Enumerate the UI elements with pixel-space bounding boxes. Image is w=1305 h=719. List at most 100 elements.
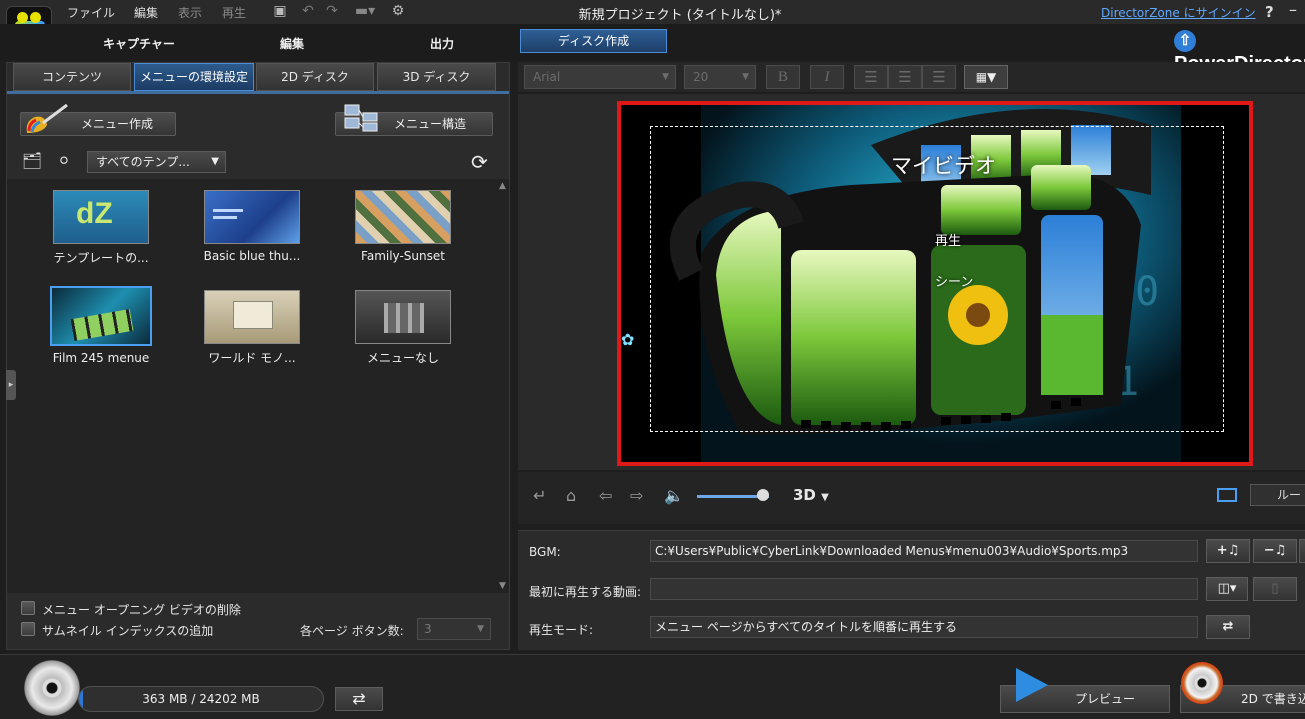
- next-page-icon[interactable]: ⇨: [630, 486, 643, 505]
- template-item[interactable]: Basic blue thu...: [182, 190, 322, 263]
- align-right-icon[interactable]: ☰: [922, 65, 956, 89]
- play-icon: [1016, 668, 1048, 702]
- add-thumbnail-index-label: サムネイル インデックスの追加: [42, 624, 214, 638]
- text-format-toolbar: Arial ▼ 20 ▼ B I ☰ ☰ ☰ ▦▼: [518, 62, 1305, 92]
- 3d-mode-dropdown[interactable]: 3D ▼: [793, 486, 829, 504]
- mode-bar: キャプチャー 編集 出力 ディスク作成 ⇧PowerDirector: [0, 24, 1305, 75]
- menu-view[interactable]: 表示: [178, 4, 202, 21]
- undo-icon[interactable]: ↶: [300, 3, 316, 19]
- menu-file[interactable]: ファイル: [67, 4, 115, 21]
- import-template-icon[interactable]: 🗂: [21, 151, 43, 171]
- buttons-per-page-value: 3: [424, 622, 432, 636]
- align-center-icon[interactable]: ☰: [888, 65, 922, 89]
- panel-collapse-handle[interactable]: ▸: [6, 370, 16, 400]
- window-title: 新規プロジェクト (タイトルなし)*: [578, 8, 782, 23]
- mode-output[interactable]: 出力: [430, 35, 454, 52]
- save-icon[interactable]: ▣: [272, 3, 288, 19]
- disc-capacity-text: 363 MB / 24202 MB: [142, 692, 260, 706]
- tab-3d-disc[interactable]: 3D ディスク: [377, 63, 496, 91]
- bgm-label: BGM:: [529, 545, 561, 559]
- minimize-button[interactable]: –: [1289, 0, 1297, 19]
- play-mode-settings-icon[interactable]: ⇄: [1206, 615, 1250, 639]
- download-template-icon[interactable]: ⚪: [53, 151, 75, 171]
- swap-arrows-icon: ⇄: [352, 689, 366, 708]
- settings-gear-icon[interactable]: ⚙: [390, 3, 406, 19]
- template-caption: メニューなし: [366, 351, 439, 365]
- home-icon[interactable]: ⌂: [566, 486, 576, 505]
- mode-edit[interactable]: 編集: [280, 35, 304, 52]
- menu-play[interactable]: 再生: [222, 4, 246, 21]
- template-scrollbar[interactable]: ▲ ▼: [497, 179, 509, 593]
- help-button[interactable]: ?: [1265, 3, 1274, 21]
- mode-capture[interactable]: キャプチャー: [103, 35, 175, 52]
- remove-opening-video-checkbox[interactable]: [21, 601, 35, 615]
- template-thumbnail: [50, 286, 152, 346]
- template-caption: Film 245 menue: [52, 351, 150, 365]
- remove-first-play-video-icon[interactable]: ▯: [1253, 577, 1297, 601]
- italic-button[interactable]: I: [810, 65, 844, 89]
- font-size-select[interactable]: 20 ▼: [684, 65, 756, 89]
- align-left-icon[interactable]: ☰: [854, 65, 888, 89]
- template-item[interactable]: dZ テンプレートの...: [31, 190, 171, 266]
- mode-create-disc[interactable]: ディスク作成: [520, 29, 667, 53]
- menu-edit[interactable]: 編集: [134, 4, 158, 21]
- play-mode-field[interactable]: メニュー ページからすべてのタイトルを順番に再生する: [650, 616, 1198, 638]
- dz-logo-text: dZ: [76, 197, 113, 230]
- paintbrush-icon: [26, 103, 68, 133]
- first-play-video-field[interactable]: [650, 578, 1198, 600]
- 3d-mode-label: 3D: [793, 486, 816, 504]
- refresh-icon[interactable]: ⟳: [471, 150, 488, 174]
- template-thumbnail: dZ: [53, 190, 149, 244]
- scroll-up-icon[interactable]: ▲: [499, 181, 506, 191]
- swap-disc-button[interactable]: ⇄: [335, 687, 383, 711]
- upgrade-arrow-icon[interactable]: ⇧: [1174, 30, 1196, 52]
- template-item[interactable]: ワールド モノ...: [182, 290, 322, 366]
- template-item-selected[interactable]: Film 245 menue: [31, 286, 171, 365]
- template-thumbnail: [204, 290, 300, 344]
- menu-play-button-text[interactable]: 再生: [935, 230, 961, 249]
- bgm-settings-button[interactable]: [1299, 539, 1305, 563]
- return-icon[interactable]: ↵: [533, 486, 546, 505]
- tab-menu-settings[interactable]: メニューの環境設定: [134, 63, 254, 91]
- add-thumbnail-index-checkbox[interactable]: [21, 622, 35, 636]
- add-bgm-button[interactable]: +♫: [1206, 539, 1250, 563]
- layout-icon[interactable]: ▬▾: [352, 3, 378, 19]
- font-size-value: 20: [693, 70, 709, 84]
- scroll-down-icon[interactable]: ▼: [499, 581, 506, 591]
- tab-contents[interactable]: コンテンツ: [13, 63, 131, 91]
- add-first-play-video-icon[interactable]: ◫▾: [1206, 577, 1248, 601]
- template-filter-dropdown[interactable]: すべてのテンプ... ▼: [87, 151, 226, 173]
- burn-disc-icon: [1181, 662, 1223, 704]
- template-thumbnail: [355, 290, 451, 344]
- template-item[interactable]: Family-Sunset: [333, 190, 473, 263]
- volume-icon[interactable]: 🔈: [664, 486, 684, 505]
- remove-opening-video-label: メニュー オープニング ビデオの削除: [42, 603, 241, 617]
- grid-layout-dropdown-icon[interactable]: ▦▼: [964, 65, 1008, 89]
- remove-bgm-button[interactable]: −♫: [1253, 539, 1297, 563]
- menu-scenes-button-text[interactable]: シーン: [935, 271, 973, 290]
- menu-title-text[interactable]: マイビデオ: [891, 150, 996, 180]
- template-caption: ワールド モノ...: [208, 351, 296, 365]
- template-filter-value: すべてのテンプ...: [96, 155, 190, 169]
- font-value: Arial: [533, 70, 561, 84]
- disc-icon[interactable]: [24, 660, 80, 716]
- template-item[interactable]: メニューなし: [333, 290, 473, 366]
- chevron-down-icon: ▼: [477, 624, 484, 634]
- safe-zone-toggle-icon[interactable]: [1217, 488, 1237, 502]
- bgm-path-field[interactable]: C:¥Users¥Public¥CyberLink¥Downloaded Men…: [650, 540, 1198, 562]
- directorzone-signin-link[interactable]: DirectorZone にサインイン: [1101, 4, 1256, 21]
- previous-page-icon[interactable]: ⇦: [599, 486, 612, 505]
- buttons-per-page-select[interactable]: 3 ▼: [417, 618, 491, 640]
- sparkle-icon: ✿: [621, 330, 635, 349]
- bold-button[interactable]: B: [766, 65, 800, 89]
- font-select[interactable]: Arial ▼: [524, 65, 676, 89]
- first-play-video-label: 最初に再生する動画:: [529, 585, 642, 599]
- chevron-down-icon: ▼: [211, 156, 219, 167]
- chevron-down-icon: ▼: [662, 72, 669, 82]
- redo-icon[interactable]: ↷: [324, 3, 340, 19]
- play-mode-label: 再生モード:: [529, 623, 594, 637]
- tab-2d-disc[interactable]: 2D ディスク: [256, 63, 374, 91]
- menu-structure-icon: [344, 104, 378, 132]
- ruler-button[interactable]: ルー: [1250, 484, 1305, 506]
- menu-bar: ファイル 編集 表示 再生 ▣ ↶ ↷ ▬▾ ⚙ 新規プロジェクト (タイトルな…: [0, 0, 1305, 24]
